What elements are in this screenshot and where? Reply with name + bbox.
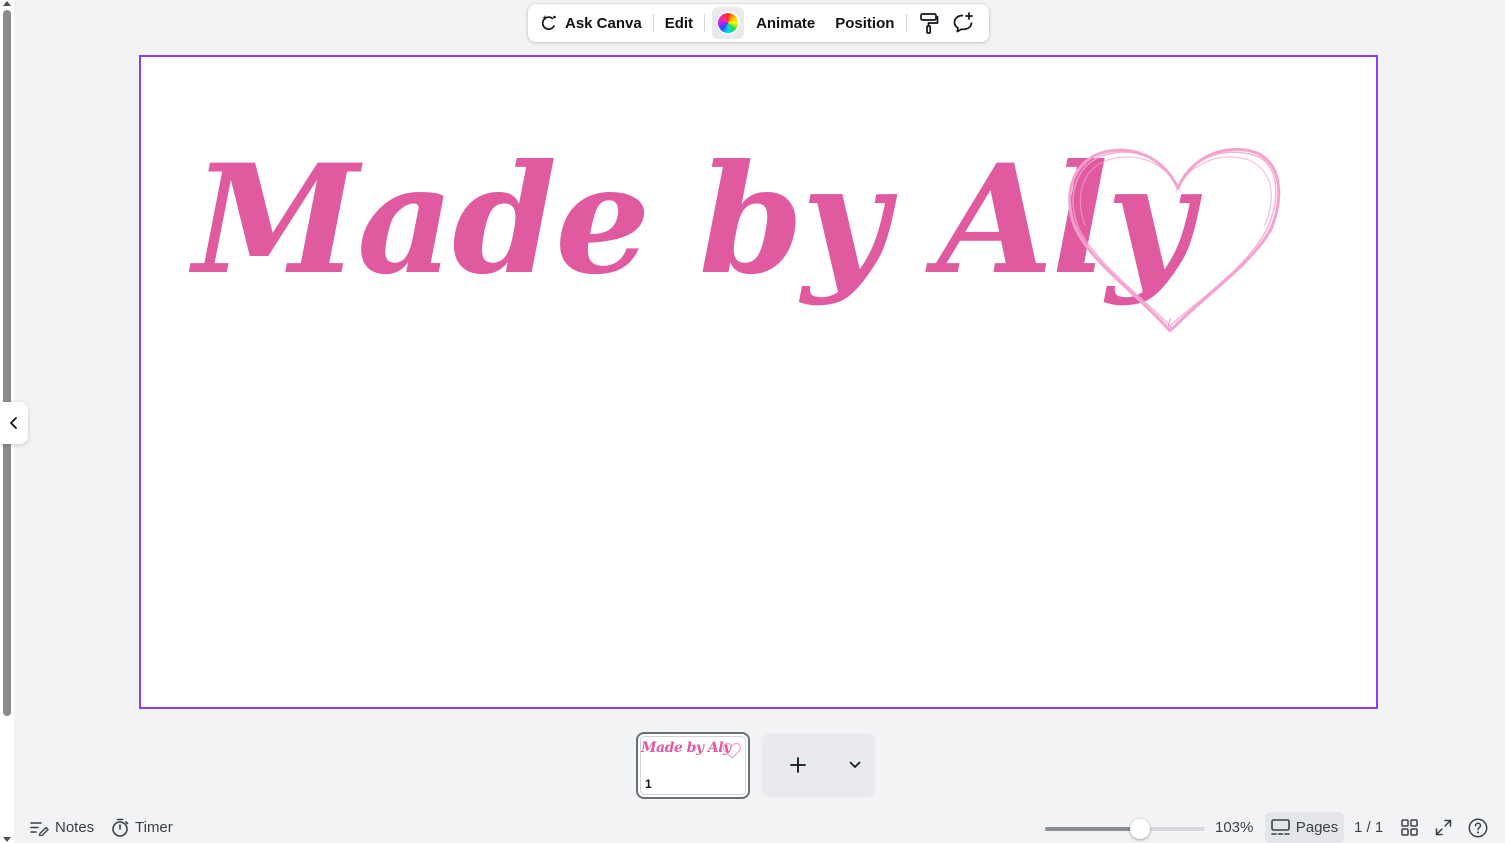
position-label: Position <box>835 14 895 32</box>
ask-canva-label: Ask Canva <box>565 14 642 32</box>
toolbar-divider <box>652 14 654 32</box>
heart-graphic[interactable] <box>141 57 1380 711</box>
page-counter: 1 / 1 <box>1354 812 1383 843</box>
zoom-percentage[interactable]: 103% <box>1215 812 1253 843</box>
animate-button[interactable]: Animate <box>750 8 821 38</box>
scroll-down-arrow[interactable] <box>3 837 11 842</box>
zoom-slider[interactable] <box>1045 819 1205 839</box>
position-button[interactable]: Position <box>829 8 900 38</box>
add-page-options-button[interactable] <box>834 733 875 797</box>
fullscreen-icon <box>1435 819 1452 836</box>
help-icon <box>1468 818 1488 837</box>
pages-button[interactable]: Pages <box>1265 812 1344 843</box>
thumbnail-heart-icon <box>722 742 742 759</box>
scrollbar-thumb[interactable] <box>3 10 11 716</box>
collapse-panel-button[interactable] <box>0 402 28 444</box>
pages-label: Pages <box>1295 819 1339 836</box>
add-page-button[interactable] <box>762 733 834 797</box>
ask-canva-button[interactable]: Ask Canva <box>534 8 648 38</box>
grid-view-icon <box>1401 819 1418 836</box>
timer-icon <box>112 818 129 837</box>
edit-button[interactable]: Edit <box>659 8 699 38</box>
zoom-slider-handle[interactable] <box>1130 819 1150 839</box>
toolbar-divider <box>704 14 706 32</box>
chevron-left-icon <box>10 417 17 429</box>
add-comment-button[interactable] <box>946 8 980 38</box>
zoom-slider-fill <box>1045 827 1140 831</box>
zoom-label: 103% <box>1215 819 1254 836</box>
timer-label: Timer <box>135 819 173 836</box>
toolbar-divider <box>906 14 908 32</box>
footer-bar: Notes Timer 103% Pages 1 / 1 <box>14 812 1505 843</box>
notes-button[interactable]: Notes <box>30 812 94 843</box>
copy-style-button[interactable] <box>912 8 946 38</box>
ai-sparkle-icon <box>541 15 556 30</box>
add-page-group <box>762 733 875 797</box>
fullscreen-button[interactable] <box>1435 812 1452 843</box>
page-thumbnail[interactable]: Made by Aly 1 <box>636 732 750 799</box>
chevron-down-icon <box>849 761 860 768</box>
thumbnail-page-number: 1 <box>645 777 652 791</box>
grid-view-button[interactable] <box>1401 812 1418 843</box>
help-button[interactable] <box>1468 812 1488 843</box>
design-page[interactable]: Made by Aly <box>139 55 1378 709</box>
timer-button[interactable]: Timer <box>111 812 173 843</box>
text-color-button[interactable] <box>712 7 745 39</box>
paint-roller-icon <box>920 13 939 34</box>
notes-icon <box>30 821 49 836</box>
animate-label: Animate <box>756 14 816 32</box>
thumbnail-heading: Made by Aly <box>641 740 731 756</box>
edit-label: Edit <box>664 14 694 32</box>
plus-icon <box>790 757 806 773</box>
element-toolbar: Ask Canva Edit Animate Position <box>528 4 989 42</box>
add-comment-icon <box>954 12 974 33</box>
page-count-label: 1 / 1 <box>1354 819 1384 836</box>
color-wheel-icon <box>716 11 741 35</box>
notes-label: Notes <box>55 819 95 836</box>
pages-layout-icon <box>1270 819 1290 835</box>
scroll-up-arrow[interactable] <box>3 1 11 6</box>
